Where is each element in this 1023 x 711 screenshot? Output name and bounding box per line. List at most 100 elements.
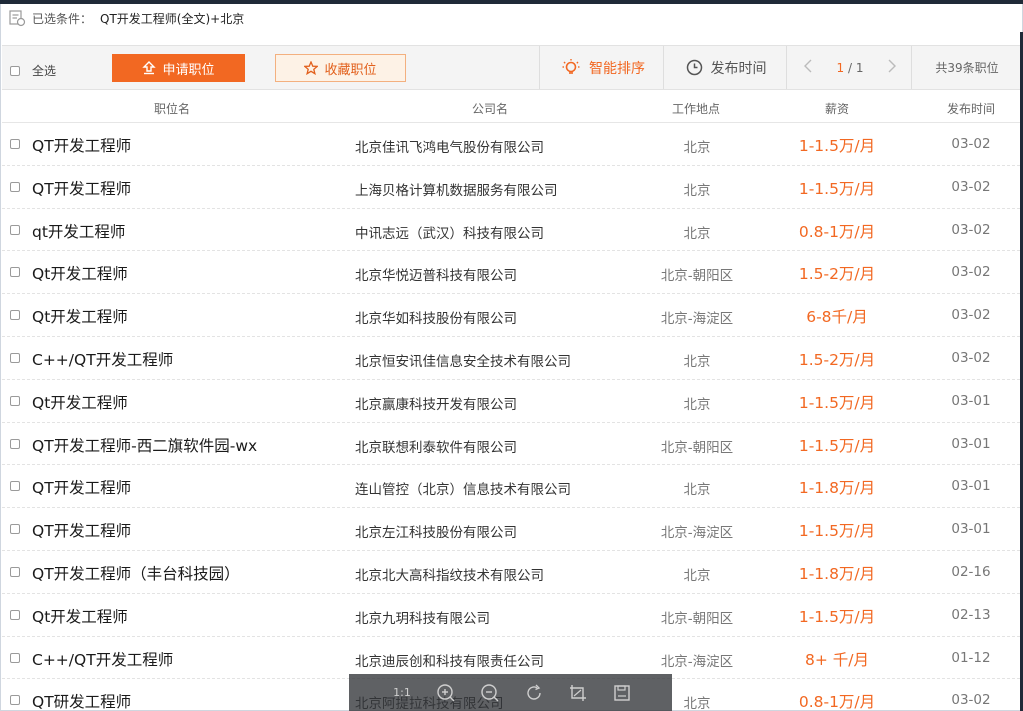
company-name-link[interactable]: 北京迪辰创和科技有限责任公司 — [355, 650, 544, 670]
favorite-job-button[interactable]: 收藏职位 — [275, 54, 406, 82]
job-salary: 1-1.5万/月 — [798, 607, 876, 626]
row-checkbox[interactable] — [10, 395, 20, 406]
job-salary: 6-8千/月 — [806, 308, 868, 327]
job-title-link[interactable]: QT开发工程师 — [32, 476, 131, 498]
upload-icon — [142, 61, 157, 75]
company-name-link[interactable]: 北京恒安讯佳信息安全技术有限公司 — [355, 350, 571, 370]
job-location: 北京 — [683, 482, 711, 499]
table-row[interactable]: Qt开发工程师 北京赢康科技开发有限公司 北京 1-1.5万/月 03-01 — [2, 380, 1020, 423]
row-checkbox[interactable] — [10, 566, 20, 577]
smart-sort-label: 智能排序 — [589, 60, 645, 77]
job-salary: 1-1.5万/月 — [798, 179, 876, 198]
job-list-window: 已选条件： QT开发工程师(全文)+北京 全选 申请职位 收藏职位 智能排序 发… — [0, 0, 1023, 711]
row-checkbox[interactable] — [10, 609, 20, 620]
pager: 1 / 1 — [789, 46, 911, 89]
row-checkbox[interactable] — [10, 438, 20, 449]
job-title-link[interactable]: QT开发工程师 — [32, 177, 131, 199]
row-checkbox[interactable] — [10, 310, 20, 321]
job-title-link[interactable]: Qt开发工程师 — [32, 262, 128, 284]
job-location: 北京-朝阳区 — [660, 610, 734, 627]
column-header-company: 公司名 — [471, 102, 508, 116]
company-name-link[interactable]: 北京佳讯飞鸿电气股份有限公司 — [355, 136, 544, 156]
job-location: 北京 — [683, 182, 711, 199]
save-icon[interactable] — [609, 680, 635, 706]
table-row[interactable]: QT开发工程师 北京左江科技股份有限公司 北京-海淀区 1-1.5万/月 03-01 — [2, 508, 1020, 551]
lightbulb-icon — [562, 58, 580, 74]
table-row[interactable]: Qt开发工程师 北京华悦迈普科技有限公司 北京-朝阳区 1.5-2万/月 03-02 — [2, 251, 1020, 295]
apply-label: 申请职位 — [162, 62, 215, 78]
chevron-right-icon[interactable] — [887, 59, 897, 76]
condition-value: QT开发工程师(全文)+北京 — [100, 11, 245, 26]
job-title-link[interactable]: QT开发工程师 — [32, 519, 131, 541]
job-title-link[interactable]: QT开发工程师 — [32, 134, 131, 156]
zoom-in-icon[interactable] — [433, 680, 459, 706]
publish-date: 02-16 — [951, 563, 991, 580]
rotate-icon[interactable] — [521, 680, 547, 706]
table-row[interactable]: Qt开发工程师 北京华如科技股份有限公司 北京-海淀区 6-8千/月 03-02 — [2, 294, 1020, 337]
company-name-link[interactable]: 北京九玥科技有限公司 — [355, 607, 490, 627]
row-checkbox[interactable] — [10, 481, 20, 492]
job-salary: 1-1.5万/月 — [798, 393, 876, 412]
company-name-link[interactable]: 北京北大高科指纹技术有限公司 — [355, 564, 544, 584]
job-title-link[interactable]: QT研发工程师 — [32, 690, 131, 711]
table-row[interactable]: qt开发工程师 中讯志远（武汉）科技有限公司 北京 0.8-1万/月 03-02 — [2, 209, 1020, 252]
company-name-link[interactable]: 北京华悦迈普科技有限公司 — [355, 264, 517, 284]
smart-sort-button[interactable]: 智能排序 — [543, 46, 663, 89]
job-salary: 0.8-1万/月 — [798, 222, 876, 241]
total-count: 共39条职位 — [935, 61, 999, 75]
job-title-link[interactable]: C++/QT开发工程师 — [32, 648, 173, 670]
table-row[interactable]: QT开发工程师 上海贝格计算机数据服务有限公司 北京 1-1.5万/月 03-02 — [2, 166, 1020, 209]
company-name-link[interactable]: 北京华如科技股份有限公司 — [355, 307, 517, 327]
job-title-link[interactable]: QT开发工程师（丰台科技园） — [32, 562, 240, 584]
table-row[interactable]: C++/QT开发工程师 北京迪辰创和科技有限责任公司 北京-海淀区 8+ 千/月 01-… — [2, 637, 1020, 680]
company-name-link[interactable]: 上海贝格计算机数据服务有限公司 — [355, 179, 558, 199]
table-row[interactable]: QT开发工程师 北京佳讯飞鸿电气股份有限公司 北京 1-1.5万/月 03-02 — [2, 123, 1020, 166]
job-title-link[interactable]: Qt开发工程师 — [32, 391, 128, 413]
publish-date: 03-02 — [951, 136, 991, 152]
row-checkbox[interactable] — [10, 139, 20, 149]
row-checkbox[interactable] — [10, 524, 20, 535]
publish-date: 03-01 — [951, 435, 991, 452]
chevron-left-icon[interactable] — [803, 59, 813, 76]
row-checkbox[interactable] — [10, 652, 20, 663]
crop-icon[interactable] — [565, 680, 591, 706]
job-location: 北京 — [683, 567, 711, 584]
publish-date: 03-02 — [951, 221, 991, 238]
job-location: 北京-朝阳区 — [660, 439, 734, 456]
job-salary: 1.5-2万/月 — [798, 265, 876, 284]
job-title-link[interactable]: QT开发工程师-西二旗软件园-wx — [32, 434, 257, 456]
company-name-link[interactable]: 连山管控（北京）信息技术有限公司 — [355, 478, 571, 498]
table-row[interactable]: QT开发工程师（丰台科技园） 北京北大高科指纹技术有限公司 北京 1-1.8万/月 02… — [2, 551, 1020, 594]
job-title-link[interactable]: qt开发工程师 — [32, 220, 125, 242]
company-name-link[interactable]: 北京左江科技股份有限公司 — [355, 521, 517, 541]
company-name-link[interactable]: 北京联想利泰软件有限公司 — [355, 436, 517, 456]
table-row[interactable]: Qt开发工程师 北京九玥科技有限公司 北京-朝阳区 1-1.5万/月 02-13 — [2, 594, 1020, 637]
job-salary: 1-1.8万/月 — [798, 564, 876, 583]
publish-date: 03-01 — [951, 478, 991, 495]
apply-job-button[interactable]: 申请职位 — [112, 54, 245, 82]
clock-icon — [686, 59, 702, 76]
row-checkbox[interactable] — [10, 181, 20, 192]
table-header: 职位名 公司名 工作地点 薪资 发布时间 — [2, 91, 1020, 123]
table-row[interactable]: C++/QT开发工程师 北京恒安讯佳信息安全技术有限公司 北京 1.5-2万/月 03-… — [2, 337, 1020, 380]
row-checkbox[interactable] — [10, 224, 20, 235]
row-checkbox[interactable] — [10, 695, 20, 706]
publish-date: 03-02 — [951, 307, 991, 324]
table-row[interactable]: QT开发工程师 连山管控（北京）信息技术有限公司 北京 1-1.8万/月 03-01 — [2, 465, 1020, 509]
company-name-link[interactable]: 中讯志远（武汉）科技有限公司 — [355, 222, 544, 242]
checkbox-box[interactable] — [10, 65, 20, 76]
filter-icon — [6, 7, 28, 29]
select-all-checkbox[interactable]: 全选 — [10, 62, 56, 79]
row-checkbox[interactable] — [10, 267, 20, 278]
actual-size-button[interactable]: 1:1 — [389, 680, 415, 706]
row-checkbox[interactable] — [10, 352, 20, 363]
table-row[interactable]: QT开发工程师-西二旗软件园-wx 北京联想利泰软件有限公司 北京-朝阳区 1-1.5… — [2, 423, 1020, 466]
time-sort-button[interactable]: 发布时间 — [666, 46, 786, 89]
page-separator: / — [847, 60, 853, 75]
job-title-link[interactable]: C++/QT开发工程师 — [32, 348, 173, 370]
job-title-link[interactable]: Qt开发工程师 — [32, 305, 128, 327]
company-name-link[interactable]: 北京赢康科技开发有限公司 — [355, 393, 517, 413]
job-salary: 1-1.5万/月 — [798, 522, 876, 541]
zoom-out-icon[interactable] — [477, 680, 503, 706]
job-title-link[interactable]: Qt开发工程师 — [32, 605, 128, 627]
